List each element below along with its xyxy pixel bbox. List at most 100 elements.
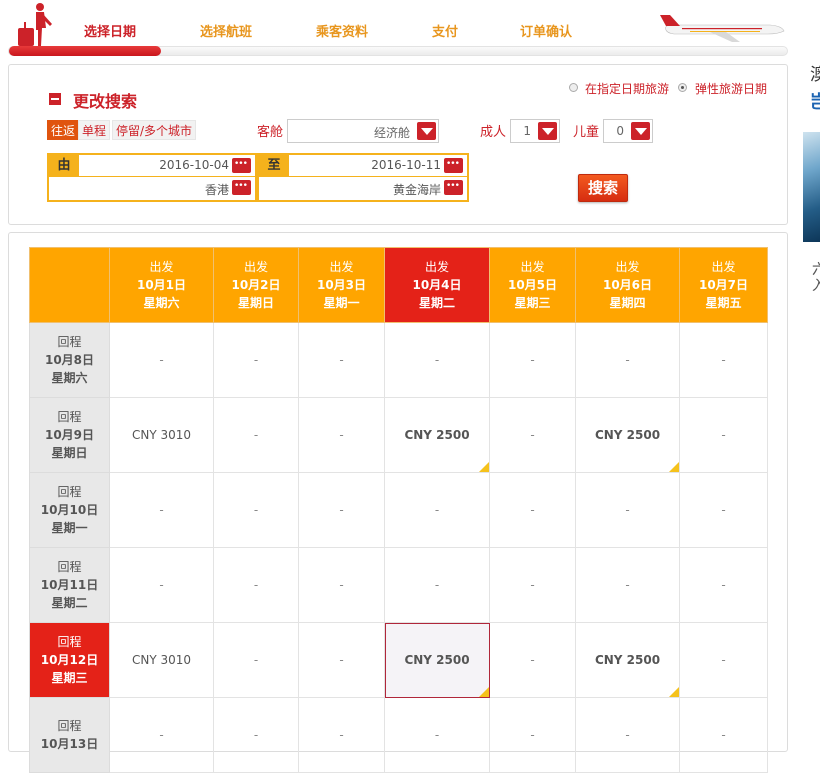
return-kind: 回程 [57, 635, 82, 649]
adult-select[interactable]: 1 [510, 119, 560, 143]
fare-value: - [159, 503, 164, 517]
depart-date: 10月2日 [231, 278, 281, 292]
step-passenger-info[interactable]: 乘客资料 [316, 21, 368, 40]
depart-date: 10月1日 [136, 278, 187, 292]
fare-value: - [625, 578, 630, 592]
city-picker-icon[interactable] [232, 180, 251, 195]
destination-city[interactable]: 黄金海岸 [393, 181, 441, 198]
table-row: 回程 10月11日 星期二 - - - - - - - [29, 547, 768, 623]
tab-one-way[interactable]: 单程 [78, 120, 111, 140]
return-kind: 回程 [57, 560, 82, 574]
return-date: 10月9日 [44, 428, 95, 442]
to-block: 至 2016-10-11 黄金海岸 [257, 153, 469, 202]
fare-cell[interactable]: CNY 3010 [109, 397, 214, 473]
depart-date-field[interactable]: 2016-10-04 [79, 155, 255, 177]
step-order-confirm[interactable]: 订单确认 [520, 21, 572, 40]
depart-kind: 出发 [149, 260, 174, 274]
return-date-header[interactable]: 回程 10月13日 [29, 697, 110, 773]
depart-date-header[interactable]: 出发 10月7日 星期五 [679, 247, 768, 323]
return-weekday: 星期日 [51, 446, 88, 460]
empty-fare-cell: - [213, 397, 299, 473]
child-value: 0 [616, 124, 624, 138]
modify-search-panel: 更改搜索 在指定日期旅游 弹性旅游日期 往返 单程 停留/多个城市 客舱 经济舱… [8, 64, 788, 225]
panel-title: 更改搜索 [73, 92, 138, 111]
fare-value: - [434, 728, 440, 742]
promo-image[interactable] [803, 132, 820, 242]
depart-weekday: 星期二 [418, 296, 455, 310]
fare-cell[interactable]: CNY 2500 [384, 622, 490, 698]
empty-fare-cell: - [489, 322, 576, 398]
return-kind: 回程 [57, 335, 82, 349]
side-text-2: 岂 [810, 92, 820, 113]
empty-fare-cell: - [679, 622, 768, 698]
fare-value: - [434, 503, 440, 517]
adult-label: 成人 [480, 125, 507, 140]
chevron-down-icon [631, 122, 650, 140]
return-weekday: 星期二 [51, 596, 88, 610]
step-progress-fill [9, 46, 161, 56]
fare-value: - [339, 428, 344, 442]
empty-fare-cell: - [489, 472, 576, 548]
return-date-header[interactable]: 回程 10月9日星期日 [29, 397, 110, 473]
depart-date-header[interactable]: 出发 10月1日 星期六 [109, 247, 214, 323]
child-select[interactable]: 0 [603, 119, 653, 143]
return-weekday: 星期三 [51, 671, 88, 685]
booking-steps: 选择日期 选择航班 乘客资料 支付 订单确认 [0, 0, 790, 62]
fare-calendar-grid: 出发 10月1日星期六 出发 10月2日星期日 出发 10月3日 星期一 出发 10月4日 星期二… [29, 247, 768, 773]
return-date-header[interactable]: 回程 10月8日 星期六 [29, 322, 110, 398]
fare-value: - [253, 578, 259, 592]
return-date-field[interactable]: 2016-10-11 [289, 155, 467, 177]
fare-value: - [530, 578, 535, 592]
fixed-dates-radio[interactable] [569, 83, 578, 92]
return-date-header[interactable]: 回程 10月11日 星期二 [29, 547, 110, 623]
return-weekday: 星期一 [51, 521, 88, 535]
return-date: 10月11日 [40, 578, 99, 592]
step-payment[interactable]: 支付 [432, 21, 458, 40]
tab-round-trip[interactable]: 往返 [47, 120, 80, 140]
calendar-icon[interactable] [232, 158, 251, 173]
return-date: 10月10日 [40, 503, 99, 517]
fare-value: - [625, 353, 630, 367]
origin-city[interactable]: 香港 [205, 181, 229, 198]
fare-cell[interactable]: CNY 3010 [109, 622, 214, 698]
depart-date-header[interactable]: 出发 10月2日 星期日 [213, 247, 299, 323]
depart-date-header[interactable]: 出发 10月4日 星期二 [384, 247, 490, 323]
city-picker-icon[interactable] [444, 180, 463, 195]
fare-cell[interactable]: CNY 2500 [575, 622, 680, 698]
fare-cell[interactable]: CNY 2500 [575, 397, 680, 473]
depart-date-header[interactable]: 出发 10月5日 星期三 [489, 247, 576, 323]
empty-fare-cell: - [109, 697, 214, 773]
depart-date: 10月5日 [507, 278, 558, 292]
depart-date: 10月3日 [316, 278, 367, 292]
step-select-flight[interactable]: 选择航班 [200, 21, 252, 40]
depart-date: 10月7日 [698, 278, 749, 292]
return-kind: 回程 [57, 410, 82, 424]
calendar-icon[interactable] [444, 158, 463, 173]
fare-value: - [339, 653, 344, 667]
depart-date-header[interactable]: 出发 10月6日 星期四 [575, 247, 680, 323]
empty-fare-cell: - [109, 547, 214, 623]
tab-multi-city[interactable]: 停留/多个城市 [112, 120, 197, 140]
cabin-select[interactable]: 经济舱 [287, 119, 439, 143]
flexible-dates-label[interactable]: 弹性旅游日期 [695, 80, 767, 97]
step-select-date[interactable]: 选择日期 [84, 21, 136, 40]
fare-value: - [253, 503, 259, 517]
search-button[interactable]: 搜索 [578, 174, 628, 202]
empty-fare-cell: - [679, 397, 768, 473]
flexible-dates-radio[interactable] [678, 83, 687, 92]
empty-fare-cell: - [679, 472, 768, 548]
depart-date-header[interactable]: 出发 10月3日 星期一 [298, 247, 385, 323]
fare-cell[interactable]: CNY 2500 [384, 397, 490, 473]
depart-kind: 出发 [243, 260, 268, 274]
adult-value: 1 [523, 124, 531, 138]
side-promo: 澳 岂 六 入 [800, 0, 820, 739]
return-date-header[interactable]: 回程 10月10日 星期一 [29, 472, 110, 548]
collapse-icon[interactable] [49, 93, 61, 105]
empty-fare-cell: - [298, 622, 385, 698]
empty-fare-cell: - [384, 547, 490, 623]
fixed-dates-label[interactable]: 在指定日期旅游 [585, 80, 669, 97]
return-weekday: 星期六 [51, 371, 88, 385]
airplane-icon [660, 15, 785, 42]
empty-fare-cell: - [213, 322, 299, 398]
return-date-header[interactable]: 回程 10月12日 星期三 [29, 622, 110, 698]
